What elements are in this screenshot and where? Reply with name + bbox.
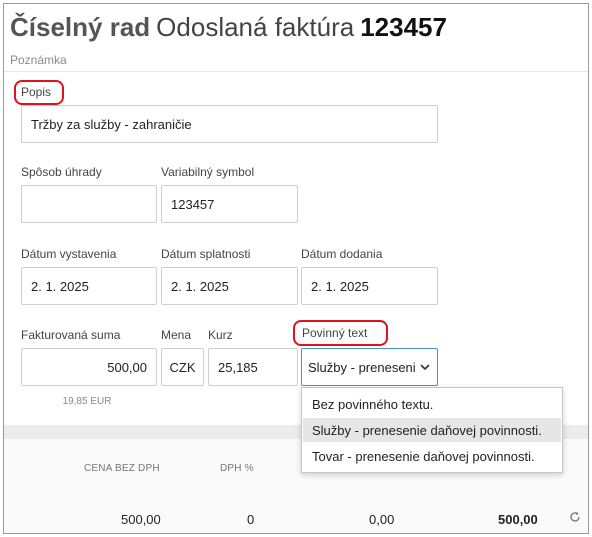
title-number-series: Číselný rad (10, 12, 151, 42)
mandatory-text-select[interactable]: Služby - preneseni (301, 348, 438, 386)
invoiced-amount-label: Fakturovaná suma (21, 328, 121, 342)
page-title: Číselný rad Odoslaná faktúra 123457 (10, 12, 447, 43)
refresh-icon[interactable] (568, 510, 582, 524)
currency-label: Mena (161, 328, 192, 342)
option-services-reverse-charge[interactable]: Služby - prenesenie daňovej povinnosti. (303, 418, 561, 442)
total-value: 500,00 (498, 512, 538, 527)
price-without-vat-value: 500,00 (121, 512, 161, 527)
delivery-date-input[interactable]: 2. 1. 2025 (301, 267, 438, 305)
delivery-date-label: Dátum dodania (301, 247, 383, 261)
invoiced-amount-input[interactable]: 500,00 (21, 348, 157, 386)
mandatory-text-options-list: Bez povinného textu. Služby - prenesenie… (301, 387, 563, 473)
variable-symbol-input[interactable]: 123457 (161, 185, 298, 223)
due-date-input[interactable]: 2. 1. 2025 (161, 267, 298, 305)
vat-percent-header: DPH % (220, 463, 254, 474)
payment-method-label: Spôsob úhrady (21, 165, 102, 179)
invoice-form-window: Číselný rad Odoslaná faktúra 123457 Poznám… (3, 3, 589, 534)
rate-label: Kurz (208, 328, 233, 342)
note-subtitle: Poznámka (10, 53, 67, 67)
chevron-down-icon (420, 364, 430, 370)
mandatory-text-label: Povinný text (302, 326, 368, 340)
issue-date-input[interactable]: 2. 1. 2025 (21, 267, 157, 305)
rate-input[interactable]: 25,185 (208, 348, 298, 386)
amount-in-eur: 19,85 EUR (62, 396, 112, 407)
currency-input[interactable]: CZK (161, 348, 204, 386)
title-invoice-number: 123457 (360, 12, 447, 42)
due-date-label: Dátum splatnosti (161, 247, 251, 261)
option-goods-reverse-charge[interactable]: Tovar - prenesenie daňovej povinnosti. (303, 444, 561, 468)
popis-label: Popis (21, 85, 52, 99)
option-no-mandatory-text[interactable]: Bez povinného textu. (303, 392, 561, 416)
issue-date-label: Dátum vystavenia (21, 247, 117, 261)
title-document-type: Odoslaná faktúra (156, 12, 355, 42)
header-divider (4, 71, 588, 72)
vat-percent-value: 0 (247, 512, 255, 527)
variable-symbol-label: Variabilný symbol (161, 165, 255, 179)
mandatory-text-selected-value: Služby - preneseni (308, 359, 416, 375)
payment-method-input[interactable] (21, 185, 157, 223)
price-without-vat-header: CENA BEZ DPH (84, 463, 160, 474)
popis-input[interactable]: Tržby za služby - zahraničie (21, 105, 438, 143)
vat-amount-value: 0,00 (369, 512, 395, 527)
